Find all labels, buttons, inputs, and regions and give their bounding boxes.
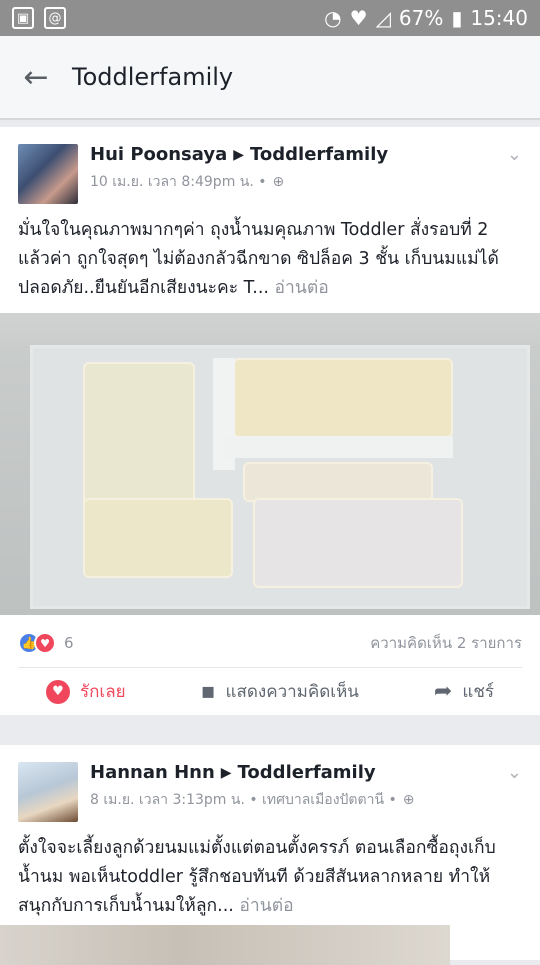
read-more-link[interactable]: อ่านต่อ <box>239 896 293 916</box>
post-header: Hannan Hnn ▶ Toddlerfamily 8 เม.ย. เวลา … <box>0 745 540 822</box>
battery-icon: ▮ <box>451 6 463 30</box>
author-link[interactable]: Hannan Hnn <box>90 762 215 783</box>
post-text: มั่นใจในคุณภาพมากๆค่า ถุงน้ำนมคุณภาพ Tod… <box>0 204 540 303</box>
post-timestamp-row: 10 เม.ย. เวลา 8:49pm น. • ⊕ <box>90 171 482 193</box>
post-card: Hui Poonsaya ▶ Toddlerfamily 10 เม.ย. เว… <box>0 127 540 715</box>
milk-bag <box>253 498 463 588</box>
avatar[interactable] <box>18 144 78 204</box>
reactions-bar[interactable]: 👍 ♥ 6 ความคิดเห็น 2 รายการ <box>18 625 522 661</box>
milk-bag <box>243 462 433 502</box>
love-button[interactable]: ♥ รักเลย <box>18 678 154 705</box>
triangle-right-icon: ▶ <box>220 764 232 781</box>
heart-status-icon: ♥ <box>349 6 368 30</box>
clock: 15:40 <box>470 6 528 30</box>
avatar[interactable] <box>18 762 78 822</box>
milk-bag <box>83 498 233 578</box>
wifi-icon: ◔ <box>324 6 342 30</box>
post-options-button[interactable]: ⌄ <box>482 762 522 822</box>
share-label: แชร์ <box>462 682 494 702</box>
battery-percent: 67% <box>398 6 444 30</box>
status-indicators: ◔ ♥ ◿ 67% ▮ 15:40 <box>324 6 528 30</box>
post-names: Hannan Hnn ▶ Toddlerfamily <box>90 762 482 783</box>
post-timestamp-row: 8 เม.ย. เวลา 3:13pm น. • เทศบาลเมืองปัตต… <box>90 789 482 811</box>
share-icon: ➦ <box>433 679 453 704</box>
globe-icon: ⊕ <box>272 174 285 190</box>
post-names: Hui Poonsaya ▶ Toddlerfamily <box>90 144 482 165</box>
group-link[interactable]: Toddlerfamily <box>250 144 388 165</box>
post-options-button[interactable]: ⌄ <box>482 144 522 204</box>
author-link[interactable]: Hui Poonsaya <box>90 144 227 165</box>
comment-label: แสดงความคิดเห็น <box>225 682 359 702</box>
share-button[interactable]: ➦ แชร์ <box>406 678 522 705</box>
post-card: Hannan Hnn ▶ Toddlerfamily 8 เม.ย. เวลา … <box>0 745 540 965</box>
globe-icon: ⊕ <box>402 792 415 808</box>
post-photo[interactable] <box>0 313 540 615</box>
milk-bag <box>83 362 195 512</box>
comment-icon: ▪ <box>200 679 216 704</box>
triangle-right-icon: ▶ <box>233 146 245 163</box>
status-bar: ▣ @ ◔ ♥ ◿ 67% ▮ 15:40 <box>0 0 540 36</box>
post-photo[interactable] <box>0 925 450 965</box>
chevron-down-icon: ⌄ <box>506 762 522 783</box>
post-text: ตั้งใจจะเลี้ยงลูกด้วยนมแม่ตั้งแต่ตอนตั้ง… <box>0 822 540 921</box>
signal-icon: ◿ <box>375 6 391 30</box>
milk-bag <box>233 358 453 438</box>
post-header: Hui Poonsaya ▶ Toddlerfamily 10 เม.ย. เว… <box>0 127 540 204</box>
chevron-down-icon: ⌄ <box>506 144 522 165</box>
heart-icon: ♥ <box>46 679 70 704</box>
comments-count[interactable]: ความคิดเห็น 2 รายการ <box>370 631 522 655</box>
at-notification-icon: @ <box>44 7 66 29</box>
group-link[interactable]: Toddlerfamily <box>238 762 376 783</box>
comment-button[interactable]: ▪ แสดงความคิดเห็น <box>173 678 387 705</box>
love-label: รักเลย <box>80 682 126 702</box>
post-actions: ♥ รักเลย ▪ แสดงความคิดเห็น ➦ แชร์ <box>18 667 522 715</box>
arrow-left-icon: ← <box>23 59 49 95</box>
post-body: มั่นใจในคุณภาพมากๆค่า ถุงน้ำนมคุณภาพ Tod… <box>18 220 499 298</box>
app-bar: ← Toddlerfamily <box>0 36 540 120</box>
reaction-count[interactable]: 6 <box>64 634 74 652</box>
back-button[interactable]: ← <box>0 35 72 119</box>
page-title: Toddlerfamily <box>72 63 234 91</box>
post-meta: Hannan Hnn ▶ Toddlerfamily 8 เม.ย. เวลา … <box>90 762 482 822</box>
love-reaction-icon: ♥ <box>34 632 56 654</box>
post-meta: Hui Poonsaya ▶ Toddlerfamily 10 เม.ย. เว… <box>90 144 482 204</box>
post-timestamp[interactable]: 10 เม.ย. เวลา 8:49pm น. • <box>90 171 267 193</box>
freezer-image <box>30 345 530 609</box>
read-more-link[interactable]: อ่านต่อ <box>275 278 329 298</box>
image-notification-icon: ▣ <box>12 7 34 29</box>
post-timestamp[interactable]: 8 เม.ย. เวลา 3:13pm น. • เทศบาลเมืองปัตต… <box>90 789 397 811</box>
freezer-shelf <box>223 436 453 458</box>
status-notifications: ▣ @ <box>12 7 66 29</box>
